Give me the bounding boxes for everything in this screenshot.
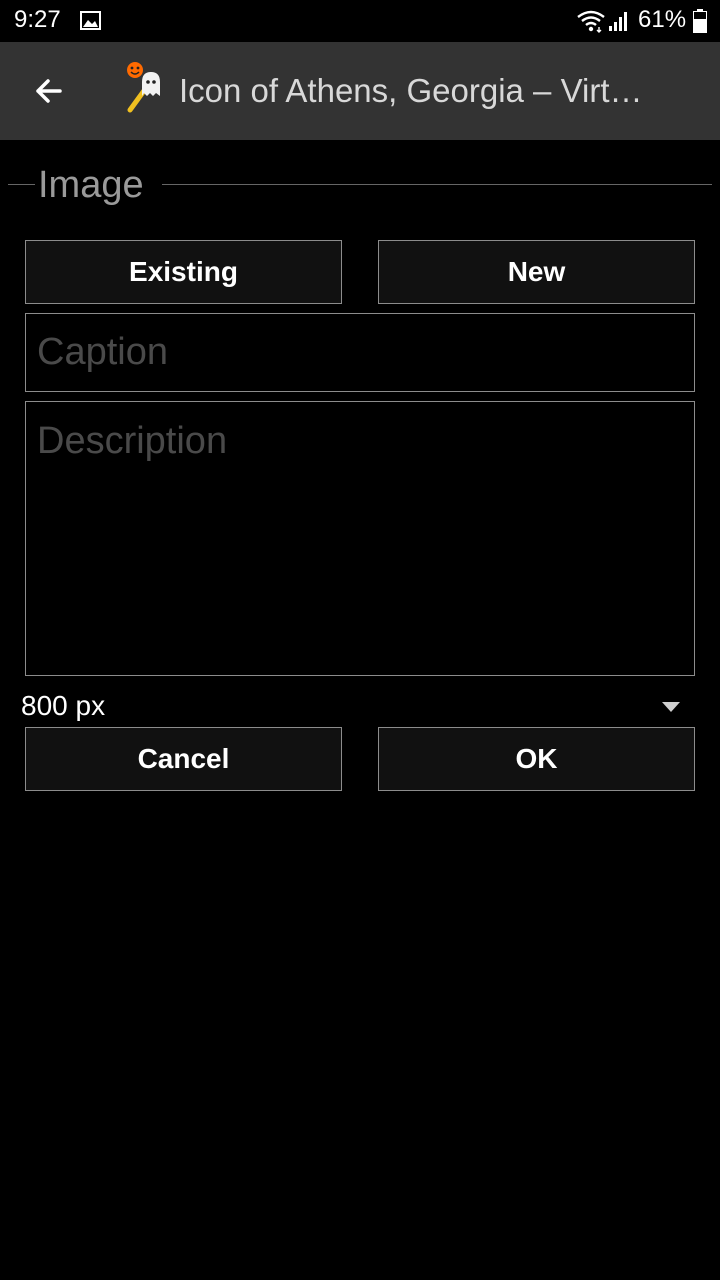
app-bar: Icon of Athens, Georgia – Virt… [0,42,720,140]
wifi-icon [577,10,605,33]
section-title: Image [38,164,144,206]
app-title: Icon of Athens, Georgia – Virt… [179,72,643,109]
section-header: Image [0,160,720,210]
section-divider-left [8,184,35,185]
back-arrow-icon[interactable] [30,72,68,110]
caption-input[interactable] [25,313,695,392]
description-input[interactable] [25,401,695,676]
image-size-value: 800 px [21,690,106,721]
new-image-button[interactable]: New [378,240,695,304]
ok-button[interactable]: OK [378,727,695,791]
existing-image-button[interactable]: Existing [25,240,342,304]
status-time: 9:27 [14,6,61,33]
battery-percent: 61% [638,6,687,33]
signal-icon [609,12,627,31]
section-divider-right [162,184,712,185]
cancel-button[interactable]: Cancel [25,727,342,791]
image-size-dropdown[interactable]: 800 px [0,688,720,728]
gallery-icon [80,11,101,30]
battery-icon [693,9,707,33]
app-logo-icon [127,62,160,113]
dropdown-arrow-icon [662,702,680,712]
status-bar: 9:27 61% [0,0,720,42]
